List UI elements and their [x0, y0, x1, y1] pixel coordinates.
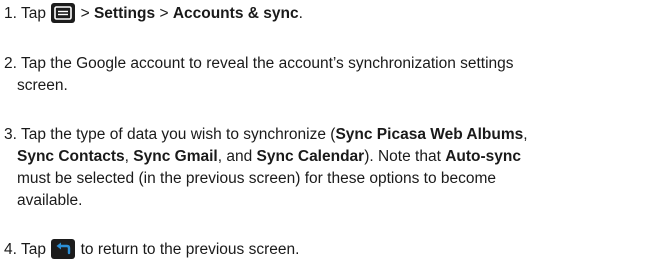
sync-picasa-label: Sync Picasa Web Albums	[335, 126, 524, 143]
step-3: 3. Tap the type of data you wish to sync…	[4, 124, 644, 212]
punctuation: ,	[124, 148, 134, 165]
separator: >	[159, 5, 169, 22]
step-text: Tap the Google account to reveal the acc…	[20, 55, 514, 72]
step-number: 1.	[4, 5, 17, 22]
menu-icon	[51, 3, 76, 23]
step-text: Tap	[20, 241, 46, 258]
sync-contacts-label: Sync Contacts	[17, 148, 125, 165]
step-text-continued: screen.	[17, 77, 68, 94]
step-4: 4. Tap to return to the previous screen.	[4, 239, 644, 261]
instruction-steps: 1. Tap > Settings > Accounts & sync. 2. …	[0, 0, 652, 270]
period: .	[298, 5, 303, 22]
step-text: Tap	[20, 5, 46, 22]
auto-sync-label: Auto-sync	[445, 148, 521, 165]
step-line-4: available.	[17, 192, 83, 209]
separator: >	[80, 5, 90, 22]
accounts-sync-label: Accounts & sync	[172, 5, 299, 22]
step-text: Tap the type of data you wish to synchro…	[20, 126, 336, 143]
step-text: to return to the previous screen.	[80, 241, 300, 258]
sync-gmail-label: Sync Gmail	[133, 148, 218, 165]
punctuation: ,	[523, 126, 528, 143]
step-1: 1. Tap > Settings > Accounts & sync.	[4, 3, 644, 25]
step-line-2: Sync Contacts, Sync Gmail, and Sync Cale…	[4, 146, 644, 168]
step-number: 2.	[4, 55, 17, 72]
settings-label: Settings	[93, 5, 156, 22]
step-text: , and	[217, 148, 257, 165]
step-text: ). Note that	[364, 148, 446, 165]
sync-calendar-label: Sync Calendar	[256, 148, 365, 165]
step-2: 2. Tap the Google account to reveal the …	[4, 53, 644, 97]
back-icon	[51, 239, 76, 259]
step-line-3: must be selected (in the previous screen…	[17, 170, 497, 187]
step-number: 4.	[4, 241, 17, 258]
step-number: 3.	[4, 126, 17, 143]
